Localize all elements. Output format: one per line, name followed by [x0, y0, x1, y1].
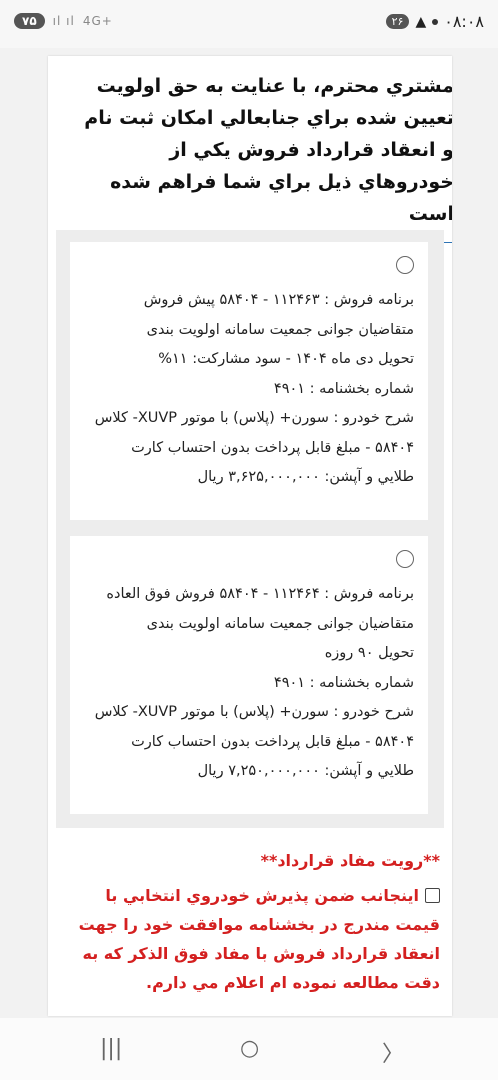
- car-option-2[interactable]: برنامه فروش : ۱۱۲۴۶۴ - ۵۸۴۰۴ فروش فوق ال…: [70, 536, 428, 814]
- status-left: ۷۵ ıl ıl 4G+: [14, 13, 113, 29]
- option-1-line: ۵۸۴۰۴ - مبلغ قابل پرداخت بدون احتساب کار…: [131, 439, 414, 456]
- option-2-line: ۵۸۴۰۴ - مبلغ قابل پرداخت بدون احتساب کار…: [131, 733, 414, 750]
- home-button[interactable]: ○: [240, 1036, 259, 1061]
- option-2-line: تحويل ۹۰ روزه: [324, 645, 414, 661]
- car-option-1[interactable]: برنامه فروش : ۱۱۲۴۶۳ - ۵۸۴۰۴ پیش فروش مت…: [70, 242, 428, 520]
- radio-button-option-2[interactable]: [396, 550, 414, 568]
- intro-text: مشتري محترم، با عنايت به حق اولويت تعيين…: [56, 56, 452, 243]
- clock: ۰۸:۰۸: [444, 12, 484, 31]
- option-1-line: متقاضیان جوانی جمعیت سامانه اولویت بندی: [146, 321, 414, 338]
- recent-apps-button[interactable]: |||: [100, 1036, 122, 1061]
- agreement-row[interactable]: اينجانب ضمن پذيرش خودروي انتخابي با قيمت…: [60, 881, 440, 997]
- agreement-title: **رويت مفاد قرارداد**: [260, 851, 440, 870]
- status-right: ۲۶ ▲ ۰۸:۰۸: [385, 12, 484, 31]
- option-1-line: شرح خودرو : سورن+ (پلاس) با موتور XUVP- …: [94, 410, 414, 426]
- option-1-line: تحويل دی ماه ۱۴۰۴ - سود مشارکت: ۱۱%: [158, 351, 414, 367]
- option-2-line: شرح خودرو : سورن+ (پلاس) با موتور XUVP- …: [94, 704, 414, 720]
- network-type: 4G+: [82, 14, 113, 28]
- notification-badge: ۲۶: [385, 14, 410, 29]
- option-1-line: برنامه فروش : ۱۱۲۴۶۳ - ۵۸۴۰۴ پیش فروش: [143, 292, 414, 308]
- option-2-details: برنامه فروش : ۱۱۲۴۶۴ - ۵۸۴۰۴ فروش فوق ال…: [78, 580, 414, 787]
- option-1-details: برنامه فروش : ۱۱۲۴۶۳ - ۵۸۴۰۴ پیش فروش مت…: [78, 286, 414, 493]
- notification-dot-icon: [432, 18, 439, 25]
- status-bar: ۷۵ ıl ıl 4G+ ۲۶ ▲ ۰۸:۰۸: [0, 0, 498, 48]
- battery-indicator: ۷۵: [14, 13, 45, 29]
- main-card: مشتري محترم، با عنايت به حق اولويت تعيين…: [48, 56, 452, 1016]
- back-button[interactable]: 〉: [382, 1036, 404, 1068]
- option-2-line: شماره بخشنامه : ۴۹۰۱: [273, 674, 414, 691]
- agreement-text: اينجانب ضمن پذيرش خودروي انتخابي با قيمت…: [78, 886, 440, 992]
- agreement-checkbox[interactable]: [425, 888, 440, 903]
- option-2-line: طلايي و آپشن: ۷,۲۵۰,۰۰۰,۰۰۰ ريال: [197, 763, 414, 779]
- car-options-list: برنامه فروش : ۱۱۲۴۶۳ - ۵۸۴۰۴ پیش فروش مت…: [56, 230, 444, 828]
- radio-button-option-1[interactable]: [396, 256, 414, 274]
- shopping-bag-icon: ▲: [415, 13, 427, 30]
- signal-icon: ıl ıl: [52, 14, 75, 28]
- system-nav-bar: ||| ○ 〉: [0, 1018, 498, 1080]
- option-2-line: متقاضیان جوانی جمعیت سامانه اولویت بندی: [146, 615, 414, 632]
- option-1-line: طلايي و آپشن: ۳,۶۲۵,۰۰۰,۰۰۰ ريال: [197, 469, 414, 485]
- option-1-line: شماره بخشنامه : ۴۹۰۱: [273, 380, 414, 397]
- option-2-line: برنامه فروش : ۱۱۲۴۶۴ - ۵۸۴۰۴ فروش فوق ال…: [106, 586, 414, 602]
- agreement-section: **رويت مفاد قرارداد** اينجانب ضمن پذيرش …: [60, 846, 440, 997]
